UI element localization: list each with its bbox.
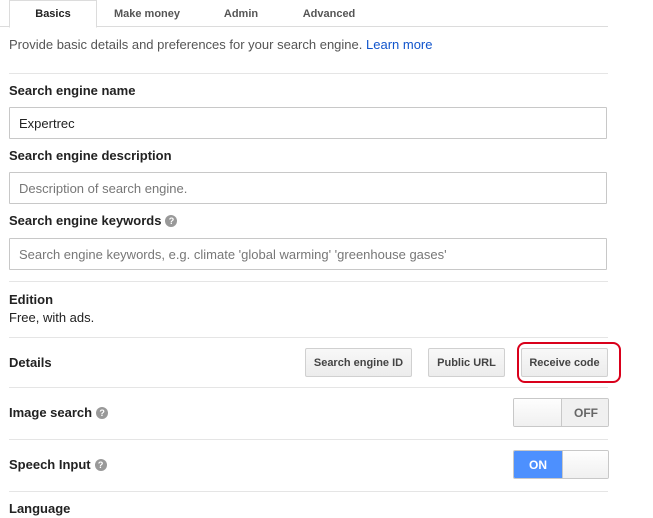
image-search-label: Image search — [9, 405, 93, 420]
divider — [9, 73, 608, 74]
image-search-toggle[interactable]: OFF — [513, 398, 609, 427]
intro-description: Provide basic details and preferences fo… — [9, 37, 363, 52]
speech-input-label-row: Speech Input ? — [9, 457, 107, 472]
speech-input-label: Speech Input — [9, 457, 91, 472]
toggle-knob — [514, 399, 562, 426]
help-icon[interactable]: ? — [94, 458, 107, 471]
learn-more-link[interactable]: Learn more — [366, 37, 432, 52]
keywords-label: Search engine keywords — [9, 213, 162, 228]
divider — [9, 281, 608, 282]
divider — [9, 439, 608, 440]
public-url-button[interactable]: Public URL — [428, 348, 505, 377]
tab-basics[interactable]: Basics — [9, 0, 97, 28]
edition-label: Edition — [9, 292, 54, 307]
search-engine-id-button[interactable]: Search engine ID — [305, 348, 412, 377]
search-engine-keywords-input[interactable] — [9, 238, 607, 270]
search-engine-description-input[interactable] — [9, 172, 607, 204]
tab-bar: Basics Make money Admin Advanced — [0, 0, 608, 28]
tab-make-money[interactable]: Make money — [100, 0, 194, 27]
divider — [9, 387, 608, 388]
toggle-knob — [562, 451, 608, 478]
intro-text: Provide basic details and preferences fo… — [9, 37, 432, 52]
image-search-label-row: Image search ? — [9, 405, 109, 420]
name-label: Search engine name — [9, 83, 136, 98]
divider — [9, 491, 608, 492]
search-engine-name-input[interactable] — [9, 107, 607, 139]
details-label: Details — [9, 355, 52, 370]
toggle-state-label: OFF — [562, 399, 608, 426]
receive-code-highlight — [517, 342, 621, 383]
edition-value: Free, with ads. — [9, 310, 95, 325]
keywords-label-row: Search engine keywords ? — [9, 213, 178, 228]
speech-input-toggle[interactable]: ON — [513, 450, 609, 479]
help-icon[interactable]: ? — [165, 214, 178, 227]
help-icon[interactable]: ? — [96, 406, 109, 419]
toggle-state-label: ON — [514, 451, 562, 478]
language-label: Language — [9, 501, 71, 516]
description-label: Search engine description — [9, 148, 172, 163]
divider — [9, 337, 608, 338]
tab-advanced[interactable]: Advanced — [288, 0, 370, 27]
tab-admin[interactable]: Admin — [200, 0, 282, 27]
